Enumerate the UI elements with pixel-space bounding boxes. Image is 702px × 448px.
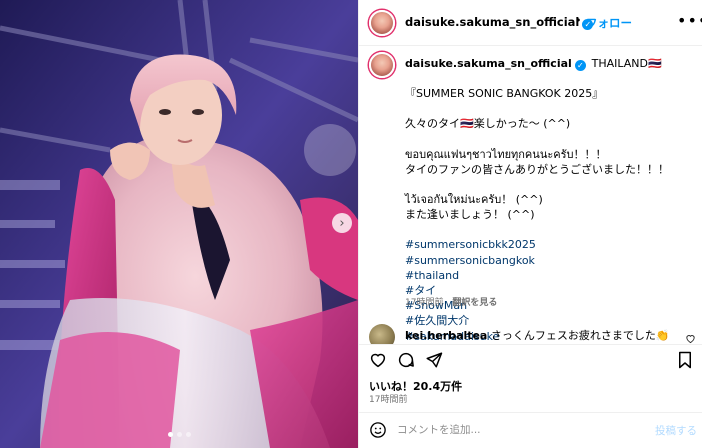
comment-icon[interactable] (397, 351, 415, 373)
carousel-dot (176, 432, 182, 437)
post-comment-button[interactable]: 投稿する (655, 423, 697, 438)
caption-line: ไว้เจอกันใหม่นะครับ！ (^^) (405, 193, 543, 207)
caption-username[interactable]: daisuke.sakuma_sn_official ✓ (405, 57, 590, 71)
carousel-dot (185, 432, 191, 437)
comment-text: kei.herbaltea さっくんフェスお疲れさまでした👏 (405, 327, 670, 343)
comment-input[interactable] (397, 421, 637, 439)
hashtag-link[interactable]: #thailand (405, 268, 695, 283)
comment-like-icon[interactable] (685, 333, 696, 344)
caption-line: 『SUMMER SONIC BANGKOK 2025』 (405, 87, 604, 101)
photo-illustration (0, 0, 358, 448)
carousel-dot (167, 432, 173, 437)
comment-composer: 投稿する (359, 412, 702, 448)
caption-line: ขอบคุณแฟนๆชาวไทยทุกคนนะครับ！！！ (405, 147, 607, 161)
comments-section[interactable]: daisuke.sakuma_sn_official ✓ THAILAND🇹🇭 『… (359, 46, 702, 344)
verified-badge-icon: ✓ (574, 60, 586, 71)
author-username[interactable]: daisuke.sakuma_sn_official ✓ (405, 15, 594, 30)
action-bar: いいね！20.4万件 17時間前 (359, 344, 702, 412)
translate-link[interactable]: 翻訳を見る (452, 298, 497, 308)
comment-body: さっくんフェスお疲れさまでした👏 (490, 329, 670, 342)
commenter-avatar[interactable] (369, 324, 395, 344)
post-header: daisuke.sakuma_sn_official✓ • フォロー ••• (359, 0, 702, 46)
follow-button[interactable]: フォロー (586, 15, 632, 31)
post-modal: › daisuke.sakuma_sn_official✓ • フォロー •••… (0, 0, 702, 448)
hashtag-link[interactable]: #summersonicbkk2025 (405, 237, 695, 252)
caption-meta: 17時間前 翻訳を見る (405, 295, 497, 308)
post-photo[interactable]: › (0, 0, 358, 448)
more-horizontal-icon[interactable]: ••• (677, 11, 702, 30)
heart-icon[interactable] (369, 351, 387, 373)
emoji-icon[interactable] (369, 421, 387, 443)
author-avatar[interactable] (369, 10, 395, 36)
carousel-next-button[interactable]: › (332, 213, 352, 233)
caption-time[interactable]: 17時間前 (405, 298, 443, 308)
hashtag-link[interactable]: #summersonicbangkok (405, 253, 695, 268)
post-time: 17時間前 (369, 395, 408, 405)
post-side-panel: daisuke.sakuma_sn_official✓ • フォロー ••• d… (358, 0, 702, 448)
chevron-right-icon: › (339, 215, 345, 231)
caption-location[interactable]: THAILAND🇹🇭 (592, 57, 662, 70)
commenter-username[interactable]: kei.herbaltea (405, 329, 487, 342)
caption-line: タイのファンの皆さんありがとうございました！！！ (405, 162, 669, 176)
bookmark-icon[interactable] (677, 351, 693, 373)
send-icon[interactable] (425, 351, 443, 373)
header-separator: • (575, 14, 582, 27)
caption-line: 久々のタイ🇹🇭楽しかった〜 (^^) (405, 117, 571, 131)
caption-avatar[interactable] (369, 52, 395, 78)
caption-line: また逢いましょう！ (^^) (405, 208, 535, 222)
carousel-dots (0, 432, 358, 437)
